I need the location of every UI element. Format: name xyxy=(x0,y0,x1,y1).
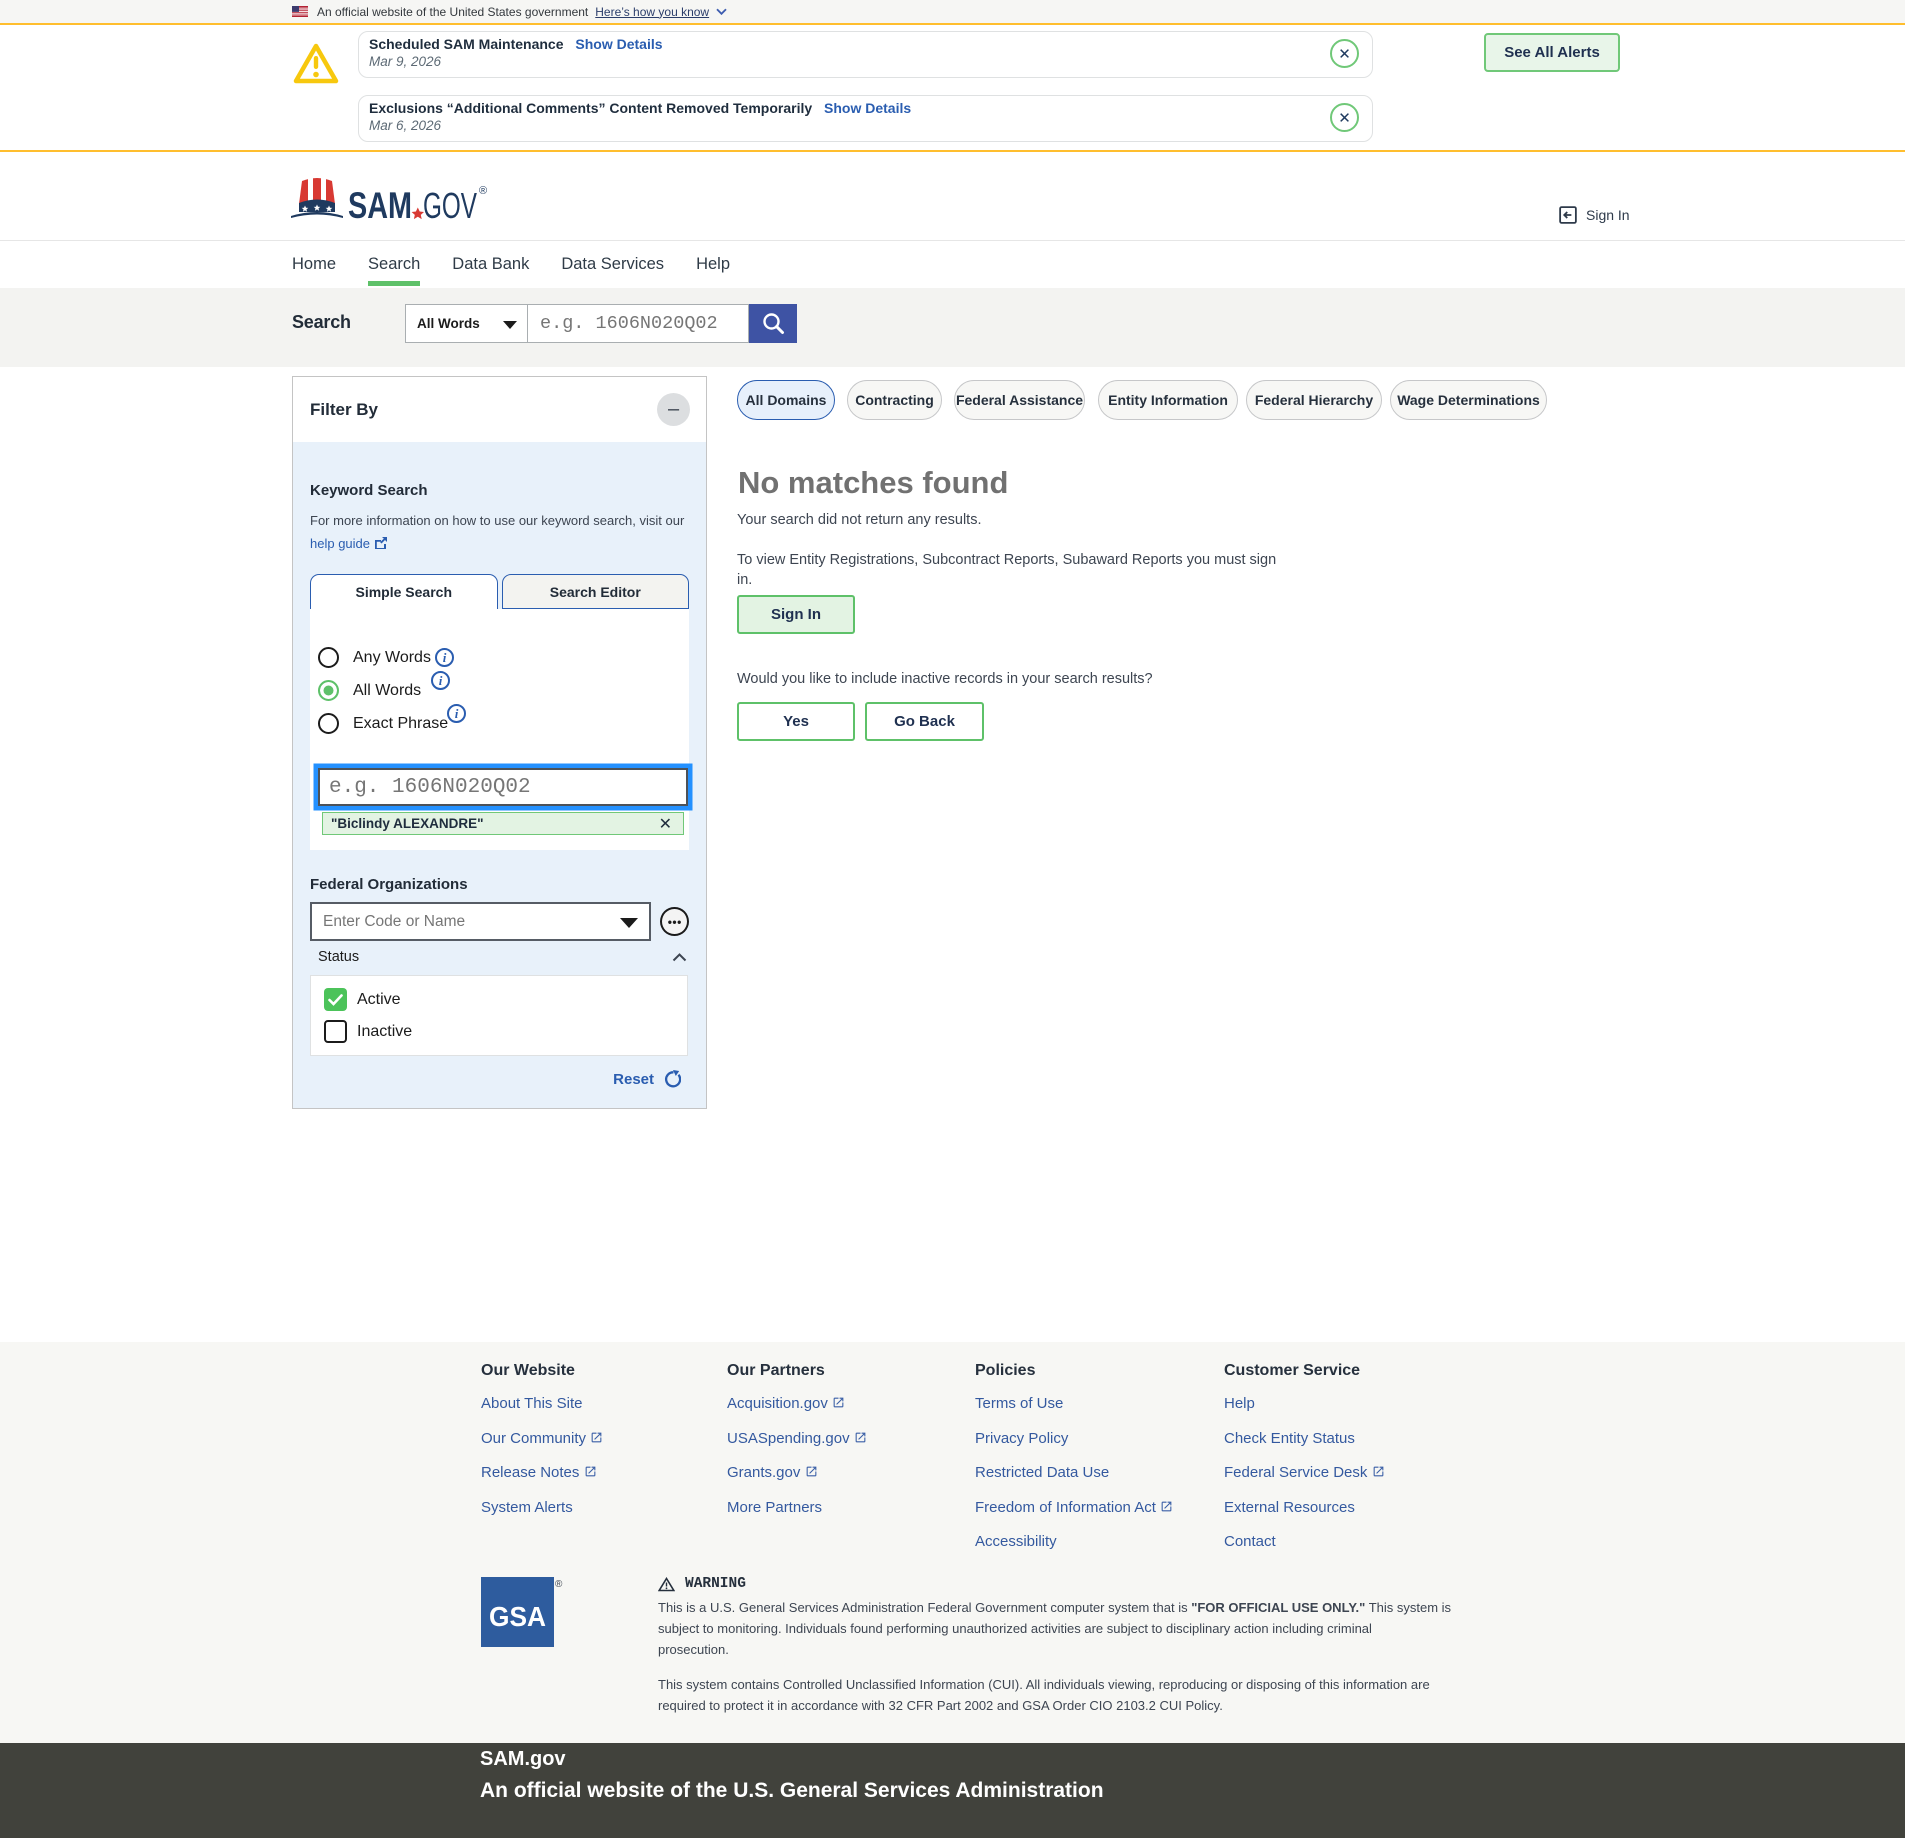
svg-text:SAM: SAM xyxy=(348,185,412,221)
svg-text:GSA: GSA xyxy=(489,1601,546,1632)
svg-text:®: ® xyxy=(555,1579,563,1590)
svg-text:®: ® xyxy=(479,185,487,197)
svg-text:GOV: GOV xyxy=(423,185,477,221)
